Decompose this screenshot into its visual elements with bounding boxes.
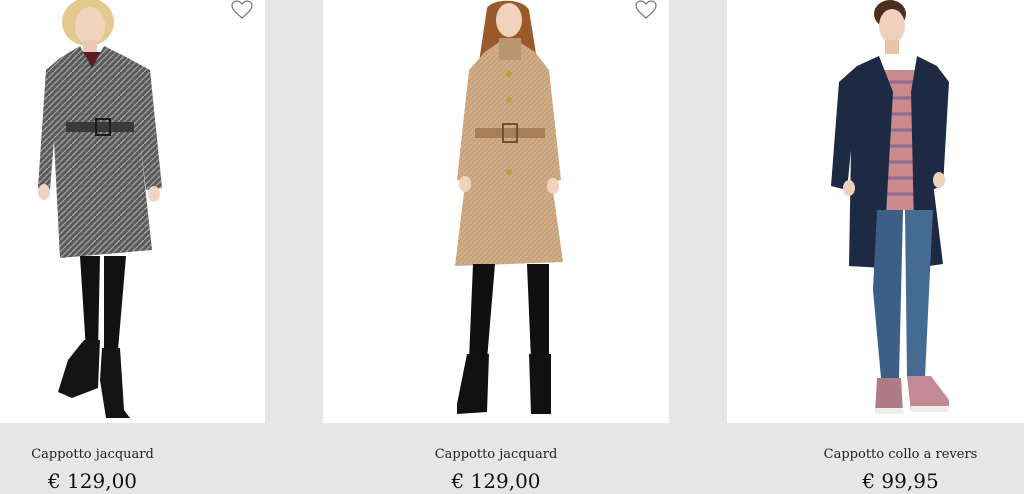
product-name[interactable]: Cappotto collo a revers (777, 447, 1024, 462)
product-price: € 129,00 (47, 469, 138, 493)
product-card[interactable]: Cappotto jacquard € 129,00 (323, 0, 669, 494)
product-name[interactable]: Cappotto jacquard (323, 447, 669, 462)
heart-outline-icon[interactable] (231, 0, 253, 20)
product-price: € 129,00 (451, 469, 541, 493)
model-camel-coat-image (455, 0, 563, 414)
product-image[interactable] (727, 0, 1024, 423)
product-caption: Cappotto jacquard € 129,00 (323, 423, 669, 494)
product-image[interactable] (0, 0, 265, 423)
product-price: € 99,95 (862, 469, 939, 493)
product-grid: Cappotto jacquard € 129,00 Cappotto jacq… (0, 0, 1024, 494)
product-card[interactable]: Cappotto jacquard € 129,00 (0, 0, 265, 494)
product-caption: Cappotto collo a revers € 99,95 (727, 423, 1024, 494)
product-name[interactable]: Cappotto jacquard (0, 447, 185, 462)
product-caption: Cappotto jacquard € 129,00 (0, 423, 265, 494)
model-navy-coat-image (831, 0, 949, 414)
model-grey-coat-image (38, 0, 162, 418)
product-image[interactable] (323, 0, 669, 423)
product-card[interactable]: Cappotto collo a revers € 99,95 (727, 0, 1024, 494)
heart-outline-icon[interactable] (635, 0, 657, 20)
